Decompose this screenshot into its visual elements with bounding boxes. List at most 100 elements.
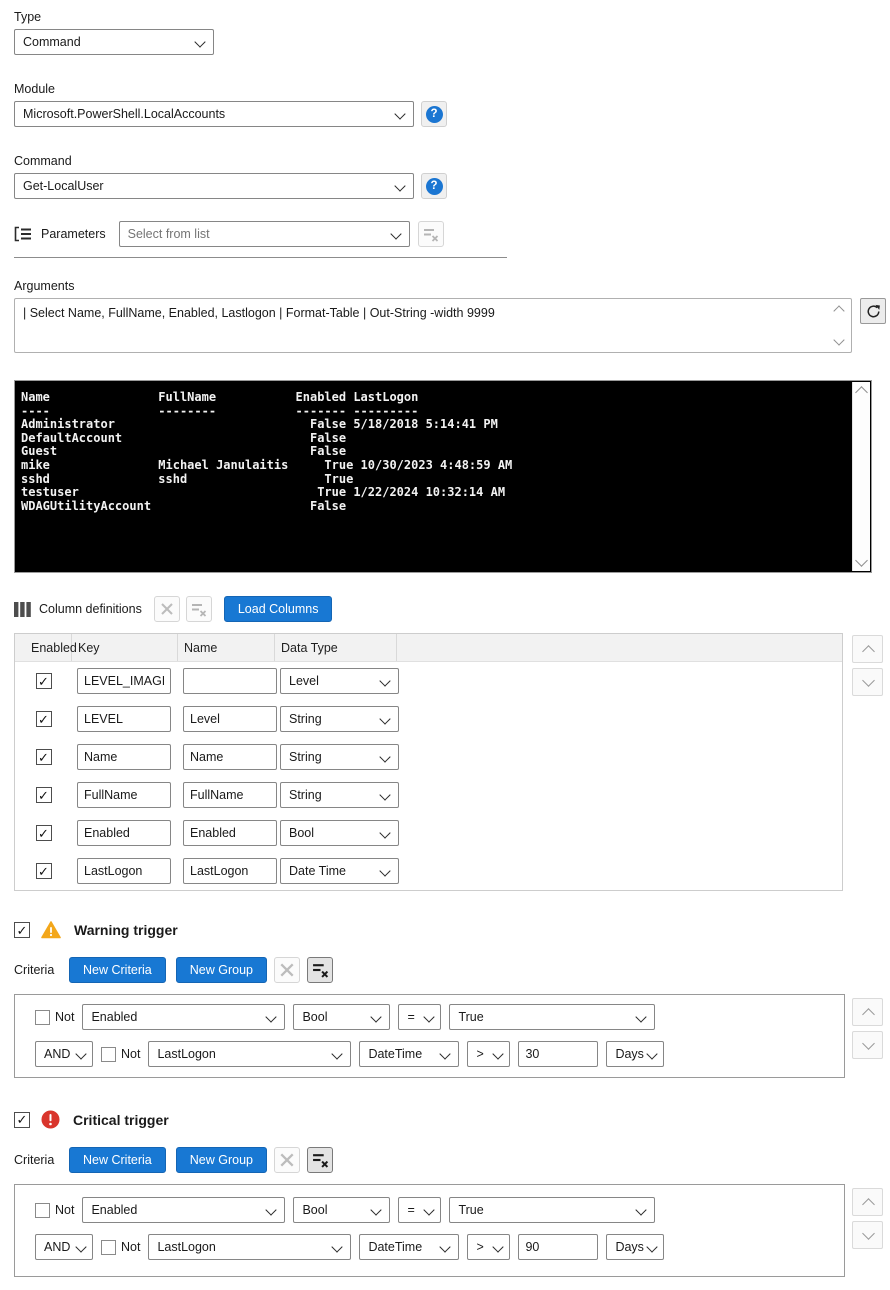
key-field[interactable] — [77, 782, 171, 808]
move-down-button[interactable] — [852, 1031, 883, 1059]
type-select[interactable]: DateTime — [359, 1234, 459, 1260]
critical-new-group-button[interactable]: New Group — [176, 1147, 267, 1173]
threshold-input[interactable] — [518, 1234, 598, 1260]
field-select[interactable]: LastLogon — [148, 1234, 351, 1260]
column-definitions-table: Enabled Key Name Data Type ✓ Level ✓ Str… — [14, 633, 843, 891]
critical-new-criteria-button[interactable]: New Criteria — [69, 1147, 166, 1173]
data-type-select[interactable]: String — [280, 744, 399, 770]
move-up-button[interactable] — [852, 1188, 883, 1216]
type-select[interactable]: Bool — [293, 1004, 390, 1030]
scroll-up-icon[interactable] — [855, 386, 868, 399]
type-select[interactable]: DateTime — [359, 1041, 459, 1067]
table-row: ✓ Level — [15, 662, 842, 700]
move-down-button[interactable] — [852, 1221, 883, 1249]
not-checkbox[interactable] — [35, 1203, 50, 1218]
scroll-down-icon[interactable] — [855, 554, 868, 567]
row-enabled-checkbox[interactable]: ✓ — [36, 787, 52, 803]
unit-select[interactable]: Days — [606, 1234, 664, 1260]
columns-delete-button[interactable] — [154, 596, 180, 622]
refresh-icon — [866, 304, 881, 319]
value-select[interactable]: True — [449, 1197, 655, 1223]
key-field[interactable] — [77, 858, 171, 884]
load-columns-button[interactable]: Load Columns — [224, 596, 333, 622]
row-enabled-checkbox[interactable]: ✓ — [36, 673, 52, 689]
row-enabled-checkbox[interactable]: ✓ — [36, 749, 52, 765]
operator-select[interactable]: = — [398, 1197, 441, 1223]
columns-clear-filter-button[interactable] — [186, 596, 212, 622]
type-label: Type — [14, 10, 890, 24]
type-select[interactable]: Command — [14, 29, 214, 55]
parameters-clear-filter-button[interactable] — [418, 221, 444, 247]
arguments-input[interactable]: | Select Name, FullName, Enabled, Lastlo… — [14, 298, 852, 353]
warning-trigger-checkbox[interactable]: ✓ — [14, 922, 30, 938]
critical-clear-filter-button[interactable] — [307, 1147, 333, 1173]
warning-new-group-button[interactable]: New Group — [176, 957, 267, 983]
module-select[interactable]: Microsoft.PowerShell.LocalAccounts — [14, 101, 414, 127]
field-select[interactable]: Enabled — [82, 1197, 285, 1223]
move-up-button[interactable] — [852, 998, 883, 1026]
console-text: Name FullName Enabled LastLogon ---- ---… — [15, 381, 871, 513]
command-help-button[interactable]: ? — [421, 173, 447, 199]
data-type-select[interactable]: Level — [280, 668, 399, 694]
criteria-row: Not Enabled Bool = True — [35, 1004, 844, 1030]
operator-select[interactable]: > — [467, 1041, 510, 1067]
move-down-button[interactable] — [852, 668, 883, 696]
type-select[interactable]: Bool — [293, 1197, 390, 1223]
data-type-value: String — [289, 712, 322, 726]
data-type-select[interactable]: String — [280, 706, 399, 732]
chevron-down-icon — [862, 1227, 875, 1240]
move-up-button[interactable] — [852, 635, 883, 663]
operator-value: > — [476, 1240, 483, 1254]
refresh-button[interactable] — [860, 298, 886, 324]
scroll-down-icon[interactable] — [833, 334, 844, 345]
unit-select[interactable]: Days — [606, 1041, 664, 1067]
command-select[interactable]: Get-LocalUser — [14, 173, 414, 199]
not-checkbox[interactable] — [35, 1010, 50, 1025]
warning-delete-button[interactable] — [274, 957, 300, 983]
console-scrollbar[interactable] — [852, 382, 870, 571]
join-select[interactable]: AND — [35, 1041, 93, 1067]
data-type-select[interactable]: Bool — [280, 820, 399, 846]
chevron-down-icon — [379, 713, 390, 724]
critical-trigger-checkbox[interactable]: ✓ — [14, 1112, 30, 1128]
not-checkbox[interactable] — [101, 1047, 116, 1062]
name-field[interactable] — [183, 668, 277, 694]
threshold-input[interactable] — [518, 1041, 598, 1067]
data-type-select[interactable]: Date Time — [280, 858, 399, 884]
field-select[interactable]: LastLogon — [148, 1041, 351, 1067]
warning-new-criteria-button[interactable]: New Criteria — [69, 957, 166, 983]
value-select[interactable]: True — [449, 1004, 655, 1030]
not-checkbox[interactable] — [101, 1240, 116, 1255]
row-enabled-checkbox[interactable]: ✓ — [36, 825, 52, 841]
type-value: DateTime — [368, 1240, 422, 1254]
join-select[interactable]: AND — [35, 1234, 93, 1260]
value-text: True — [458, 1203, 483, 1217]
name-field[interactable] — [183, 782, 277, 808]
warning-clear-filter-button[interactable] — [307, 957, 333, 983]
name-field[interactable] — [183, 706, 277, 732]
key-field[interactable] — [77, 820, 171, 846]
data-type-select[interactable]: String — [280, 782, 399, 808]
critical-delete-button[interactable] — [274, 1147, 300, 1173]
key-field[interactable] — [77, 744, 171, 770]
field-value: LastLogon — [157, 1240, 215, 1254]
header-spacer — [397, 634, 842, 661]
row-enabled-checkbox[interactable]: ✓ — [36, 863, 52, 879]
name-field[interactable] — [183, 858, 277, 884]
module-help-button[interactable]: ? — [421, 101, 447, 127]
chevron-down-icon — [75, 1048, 86, 1059]
scroll-up-icon[interactable] — [833, 305, 844, 316]
operator-select[interactable]: > — [467, 1234, 510, 1260]
operator-select[interactable]: = — [398, 1004, 441, 1030]
name-field[interactable] — [183, 744, 277, 770]
type-value: DateTime — [368, 1047, 422, 1061]
field-select[interactable]: Enabled — [82, 1004, 285, 1030]
row-enabled-checkbox[interactable]: ✓ — [36, 711, 52, 727]
key-field[interactable] — [77, 668, 171, 694]
header-key: Key — [72, 634, 178, 661]
name-field[interactable] — [183, 820, 277, 846]
table-row: ✓ String — [15, 738, 842, 776]
table-row: ✓ String — [15, 776, 842, 814]
parameters-select[interactable]: Select from list — [119, 221, 410, 247]
key-field[interactable] — [77, 706, 171, 732]
